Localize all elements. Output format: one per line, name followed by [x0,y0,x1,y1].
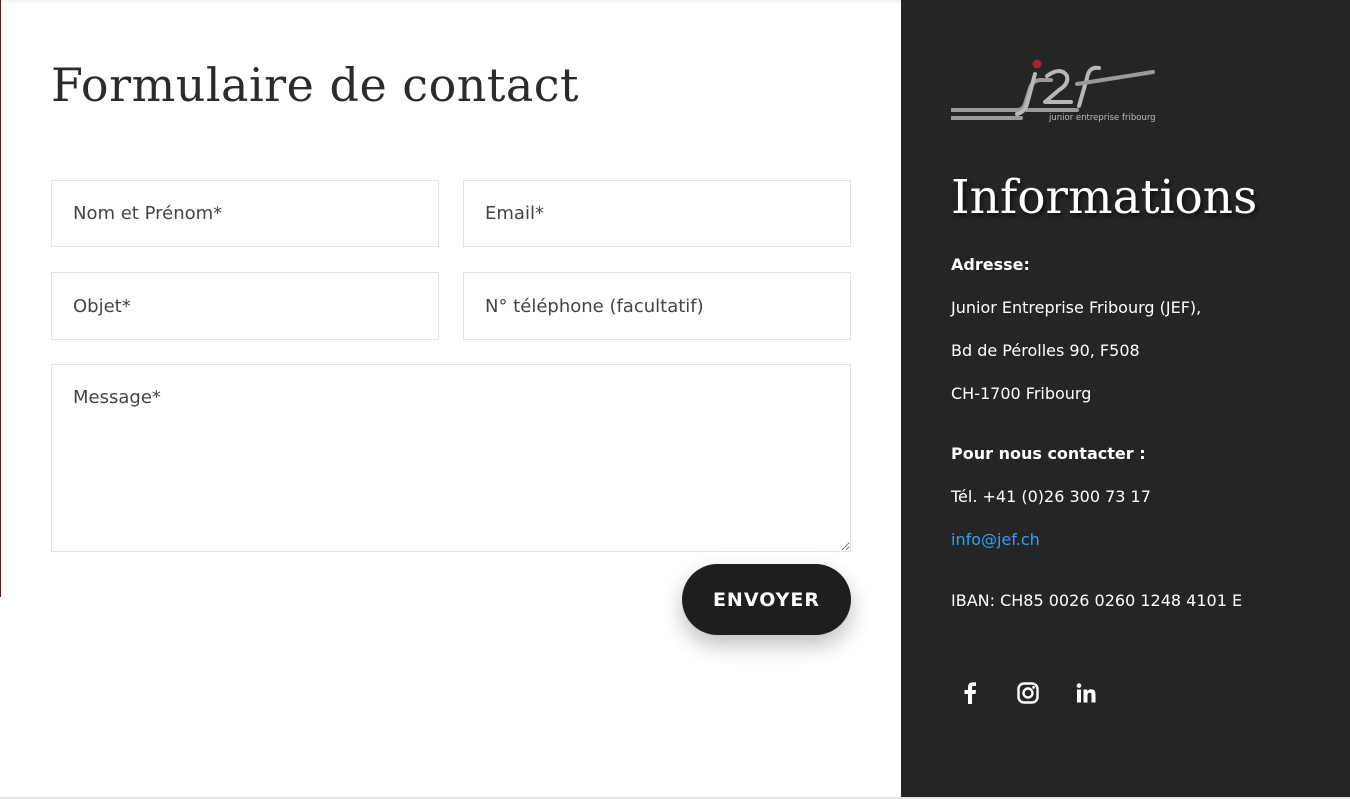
phone-input[interactable] [463,272,851,340]
message-textarea[interactable] [51,364,851,552]
address-line-2: Bd de Pérolles 90, F508 [951,341,1140,360]
jef-logo: junior entreprise fribourg [951,59,1155,123]
subject-input[interactable] [51,272,439,340]
top-shadow [0,0,901,4]
contact-page: Formulaire de contact ENVOYER junior ent… [0,0,1350,799]
address-label: Adresse: [951,255,1030,274]
info-panel: junior entreprise fribourg Informations … [901,0,1350,797]
linkedin-link[interactable] [1069,676,1103,710]
name-input[interactable] [51,180,439,247]
contact-label: Pour nous contacter : [951,444,1146,463]
email-input[interactable] [463,180,851,247]
iban-text: IBAN: CH85 0026 0260 1248 4101 E [951,591,1243,610]
address-line-3: CH-1700 Fribourg [951,384,1092,403]
email-link-wrap: info@jef.ch [951,530,1040,549]
linkedin-icon [1076,683,1096,703]
instagram-link[interactable] [1011,676,1045,710]
instagram-icon [1017,682,1039,704]
address-line-1: Junior Entreprise Fribourg (JEF), [951,298,1202,317]
left-accent-border [0,0,1,597]
send-button[interactable]: ENVOYER [682,564,851,635]
facebook-icon [964,682,976,704]
form-title: Formulaire de contact [51,58,580,112]
phone-number: Tél. +41 (0)26 300 73 17 [951,487,1151,506]
facebook-link[interactable] [953,676,987,710]
info-title: Informations [951,170,1258,225]
logo-tagline: junior entreprise fribourg [1048,113,1155,123]
email-link[interactable]: info@jef.ch [951,530,1040,549]
